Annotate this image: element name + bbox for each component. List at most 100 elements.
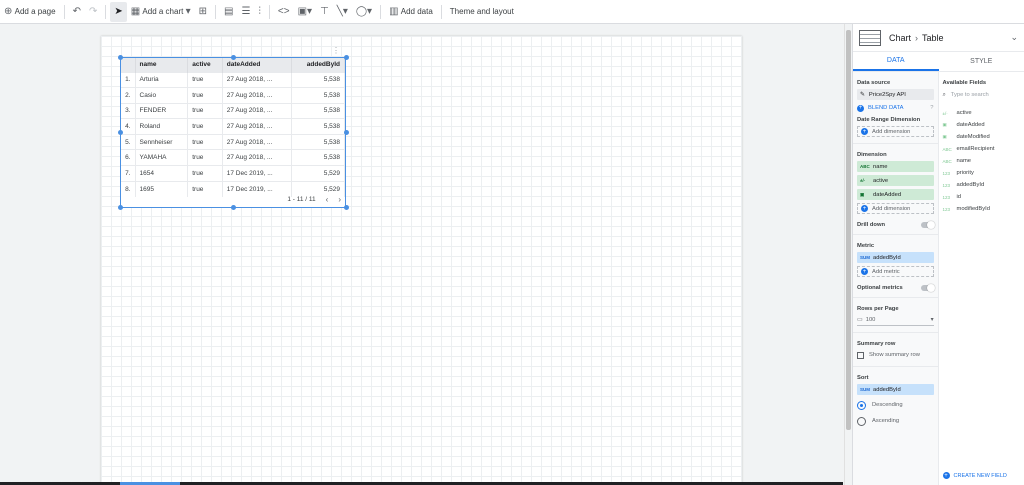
add-metric-box[interactable]: + Add metric (857, 266, 934, 277)
column-header-dateadded[interactable]: dateAdded (222, 58, 292, 72)
shape-button[interactable]: ◯▾ (352, 2, 376, 22)
table-body: 1. Arturia true 27 Aug 2018, ... 5,538 2. Casi… (121, 71, 346, 197)
canvas-scrollbar[interactable] (844, 24, 852, 485)
show-summary-row[interactable]: Show summary row (857, 350, 934, 360)
drill-down-toggle[interactable] (920, 220, 935, 229)
optional-metrics-toggle[interactable] (920, 283, 935, 292)
field-item[interactable]: ▣ dateModified (943, 131, 1021, 143)
resize-handle-l[interactable] (118, 130, 123, 135)
resize-handle-r[interactable] (344, 130, 349, 135)
field-item[interactable]: 123 priority (943, 167, 1021, 179)
select-tool-button[interactable]: ➤ (110, 1, 127, 22)
table-header-row: name active dateAdded addedById (121, 58, 346, 72)
row-index: 6. (121, 149, 136, 166)
table-row[interactable]: 3. FENDER true 27 Aug 2018, ... 5,538 (121, 102, 346, 119)
ascending-option[interactable]: Ascending (857, 415, 934, 427)
plus-icon: + (861, 128, 868, 135)
blend-data-button[interactable]: + BLEND DATA ? (857, 103, 934, 113)
table-row[interactable]: 4. Roland true 27 Aug 2018, ... 5,538 (121, 118, 346, 135)
data-source-title: Data source (857, 80, 891, 86)
cell-addedbyid: 5,538 (291, 102, 346, 119)
table-row[interactable]: 1. Arturia true 27 Aug 2018, ... 5,538 (121, 71, 346, 88)
theme-layout-button[interactable]: Theme and layout (446, 2, 518, 22)
filter-control-button[interactable]: ☰ (237, 2, 254, 22)
row-index: 7. (121, 165, 136, 182)
field-search[interactable]: ⌕ Type to search (943, 89, 1021, 101)
panel-title: Chart (889, 32, 912, 43)
dimension-chip[interactable]: ±/· active (857, 175, 934, 186)
field-list: ±/· active ▣ dateAdded ▣ dateModified ABC email… (943, 107, 1021, 215)
show-summary-checkbox[interactable] (857, 351, 864, 359)
sort-chip[interactable]: SUM addedById (857, 384, 934, 395)
add-chart-button[interactable]: ▦ Add a chart ▾ (127, 2, 195, 22)
field-type-icon: ABC (942, 146, 952, 152)
table-row[interactable]: 6. YAMAHA true 27 Aug 2018, ... 5,538 (121, 149, 346, 166)
prev-page-icon[interactable]: ‹ (326, 195, 329, 204)
caret-down-icon: ▾ (930, 317, 934, 323)
resize-handle-bl[interactable] (118, 205, 123, 210)
add-page-button[interactable]: ⊕ Add a page (0, 2, 60, 22)
create-field-button[interactable]: + CREATE NEW FIELD (942, 472, 1007, 479)
column-header-active[interactable]: active (187, 58, 223, 72)
table-row[interactable]: 7. 1654 true 17 Dec 2019, ... 5,529 (121, 165, 346, 182)
ascending-radio[interactable] (857, 416, 866, 426)
redo-button[interactable]: ↷ (85, 2, 101, 22)
tab-style[interactable]: STYLE (939, 52, 1024, 71)
line-button[interactable]: ╲▾ (333, 2, 352, 22)
data-source-chip[interactable]: ✎ Price2Spy API (857, 89, 934, 100)
rows-per-page-select[interactable]: ▭ 100 ▾ (857, 315, 934, 326)
descending-radio[interactable] (857, 400, 866, 410)
dimension-chip[interactable]: ▣ dateAdded (857, 189, 934, 200)
pencil-icon[interactable]: ✎ (860, 92, 865, 98)
table-row[interactable]: 5. Sennheiser true 27 Aug 2018, ... 5,538 (121, 133, 346, 150)
resize-handle-b[interactable] (231, 205, 236, 210)
tab-data[interactable]: DATA (853, 52, 939, 71)
metric-chip[interactable]: SUM addedById (857, 252, 934, 263)
table-chart[interactable]: name active dateAdded addedById 1. Arturi… (120, 57, 346, 208)
sort-aggregation: SUM (860, 387, 870, 392)
embed-button[interactable]: <> (274, 2, 294, 22)
cell-dateadded: 27 Aug 2018, ... (222, 133, 292, 150)
text-button[interactable]: ⊤ (316, 2, 333, 22)
column-header-addedbyid[interactable]: addedById (291, 58, 346, 72)
column-header-name[interactable]: name (135, 58, 189, 72)
field-item[interactable]: ABC emailRecipient (943, 143, 1021, 155)
add-dimension-box[interactable]: + Add dimension (857, 203, 934, 214)
table-row[interactable]: 2. Casio true 27 Aug 2018, ... 5,538 (121, 87, 346, 104)
resize-handle-tr[interactable] (344, 55, 349, 60)
field-item[interactable]: 123 addedById (943, 179, 1021, 191)
field-item[interactable]: 123 modifiedById (943, 203, 1021, 215)
collapse-chevron-icon[interactable]: ⌄ (1010, 32, 1018, 43)
add-date-dimension[interactable]: + Add dimension (857, 126, 934, 137)
help-icon[interactable]: ? (930, 105, 933, 111)
shapes-icon: ◯▾ (355, 6, 373, 17)
image-button[interactable]: ▣▾ (294, 2, 316, 22)
cell-addedbyid: 5,529 (291, 165, 346, 182)
field-item[interactable]: ABC name (943, 155, 1021, 167)
resize-handle-t[interactable] (231, 55, 236, 60)
next-page-icon[interactable]: › (338, 195, 341, 204)
cell-dateadded: 27 Aug 2018, ... (222, 149, 292, 166)
resize-handle-br[interactable] (344, 205, 349, 210)
field-item[interactable]: ±/· active (943, 107, 1021, 119)
metric-name: addedById (873, 254, 901, 261)
plus-icon: + (861, 205, 868, 212)
row-index: 8. (121, 180, 136, 197)
cell-dateadded: 17 Dec 2019, ... (222, 180, 292, 197)
optional-metrics-label: Optional metrics (857, 285, 903, 291)
community-viz-button[interactable]: ⊞ (195, 2, 211, 22)
date-range-button[interactable]: ▤ (220, 2, 237, 22)
toolbar-divider (440, 4, 442, 19)
add-data-button[interactable]: ▥ Add data (385, 2, 437, 22)
descending-option[interactable]: Descending (857, 399, 934, 411)
dimension-chip[interactable]: ABC name (857, 161, 934, 172)
field-item[interactable]: 123 id (943, 191, 1021, 203)
resize-handle-tl[interactable] (118, 55, 123, 60)
data-control-button[interactable]: ⫶ (254, 2, 265, 22)
chart-menu-icon[interactable]: ⋮ (332, 46, 340, 55)
undo-button[interactable]: ↶ (69, 2, 85, 22)
toolbar-divider (215, 4, 216, 19)
field-item[interactable]: ▣ dateAdded (943, 119, 1021, 131)
section-divider (853, 297, 938, 298)
scrollbar-thumb[interactable] (846, 30, 851, 430)
